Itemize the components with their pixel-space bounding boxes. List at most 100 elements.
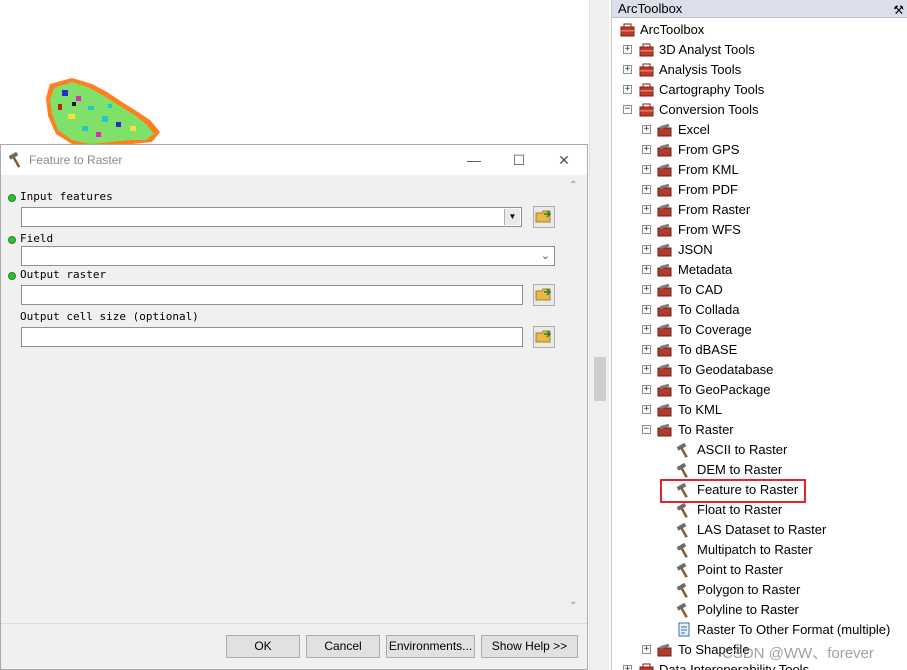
dialog-body: Input features ▼ Field ⌄ Output raster O… (1, 176, 587, 626)
expand-icon[interactable]: + (642, 645, 651, 654)
expand-icon[interactable]: + (642, 305, 651, 314)
toolset-item[interactable]: + To dBASE (612, 340, 907, 360)
tree-item-label: To CAD (678, 282, 723, 297)
expand-icon[interactable]: + (642, 205, 651, 214)
toolset-item[interactable]: + To Geodatabase (612, 360, 907, 380)
toolset-item[interactable]: + To Coverage (612, 320, 907, 340)
tool-item[interactable]: Raster To Other Format (multiple) (612, 620, 907, 640)
expand-icon[interactable]: + (623, 85, 632, 94)
field-dropdown[interactable]: ⌄ (21, 246, 555, 266)
tree-item-label: To Geodatabase (678, 362, 774, 377)
dialog-scrollbar[interactable]: ⌃ ⌄ (567, 176, 584, 622)
toolset-item[interactable]: + To CAD (612, 280, 907, 300)
pin-icon[interactable]: ⚒ (893, 1, 904, 19)
expand-icon[interactable]: + (642, 265, 651, 274)
toolset-item[interactable]: + From PDF (612, 180, 907, 200)
toolbox-icon (639, 43, 654, 57)
toolbox-item[interactable]: +3D Analyst Tools (612, 40, 907, 60)
selection-highlight-box (660, 479, 806, 503)
tool-item[interactable]: Point to Raster (612, 560, 907, 580)
tree-root-arctoolbox[interactable]: ArcToolbox (612, 20, 907, 40)
tree-item-label: Conversion Tools (659, 102, 759, 117)
close-button[interactable]: ✕ (553, 149, 575, 171)
browse-cellsize-button[interactable] (533, 326, 555, 348)
input-features-combobox[interactable]: ▼ (21, 207, 522, 227)
expand-icon[interactable]: + (642, 365, 651, 374)
tree-item-label: To KML (678, 402, 723, 417)
toolset-item[interactable]: + Metadata (612, 260, 907, 280)
tree-item-label: LAS Dataset to Raster (697, 522, 827, 537)
tree-item-label: Point to Raster (697, 562, 783, 577)
chevron-down-icon[interactable]: ⌄ (541, 249, 550, 262)
scroll-down-icon[interactable]: ⌄ (569, 596, 577, 607)
expand-icon[interactable]: + (623, 665, 632, 670)
tree-item-label: To dBASE (678, 342, 738, 357)
collapse-icon[interactable]: − (642, 425, 651, 434)
toolset-item[interactable]: − To Raster (612, 420, 907, 440)
toolset-item[interactable]: + To KML (612, 400, 907, 420)
expand-icon[interactable]: + (642, 185, 651, 194)
tree-item-label: Float to Raster (697, 502, 783, 517)
dropdown-arrow-icon[interactable]: ▼ (504, 209, 520, 225)
environments-button[interactable]: Environments... (386, 635, 475, 658)
tool-item[interactable]: LAS Dataset to Raster (612, 520, 907, 540)
expand-icon[interactable]: + (642, 385, 651, 394)
tool-item[interactable]: Float to Raster (612, 500, 907, 520)
tool-item[interactable]: ASCII to Raster (612, 440, 907, 460)
browse-input-button[interactable] (533, 206, 555, 228)
toolbox-item[interactable]: − Conversion Tools (612, 100, 907, 120)
toolset-item[interactable]: + To Collada (612, 300, 907, 320)
tree-item-label: From KML (678, 162, 739, 177)
tree-item-label: Analysis Tools (659, 62, 742, 77)
expand-icon[interactable]: + (642, 125, 651, 134)
output-raster-input[interactable] (21, 285, 523, 305)
browse-output-button[interactable] (533, 284, 555, 306)
collapse-icon[interactable]: − (623, 105, 632, 114)
expand-icon[interactable]: + (642, 285, 651, 294)
dialog-titlebar[interactable]: Feature to Raster — ☐ ✕ (1, 145, 587, 175)
tree-item-label: To Coverage (678, 322, 752, 337)
minimize-button[interactable]: — (463, 149, 485, 171)
feature-to-raster-dialog: Feature to Raster — ☐ ✕ Input features ▼… (0, 144, 588, 670)
output-raster-label: Output raster (20, 268, 107, 281)
toolbox-icon (639, 63, 654, 77)
map-vertical-scrollbar[interactable] (589, 0, 609, 670)
scroll-up-icon[interactable]: ⌃ (569, 180, 577, 191)
toolbox-item[interactable]: + Analysis Tools (612, 60, 907, 80)
cancel-button[interactable]: Cancel (306, 635, 380, 658)
script-tool-icon (678, 622, 690, 637)
expand-icon[interactable]: + (642, 225, 651, 234)
toolset-item[interactable]: + From WFS (612, 220, 907, 240)
ok-button[interactable]: OK (226, 635, 300, 658)
toolset-item[interactable]: + From GPS (612, 140, 907, 160)
maximize-button[interactable]: ☐ (508, 149, 530, 171)
toolset-item[interactable]: + JSON (612, 240, 907, 260)
expand-icon[interactable]: + (642, 245, 651, 254)
expand-icon[interactable]: + (623, 65, 632, 74)
output-cell-size-input[interactable] (21, 327, 523, 347)
toolset-item[interactable]: + From KML (612, 160, 907, 180)
expand-icon[interactable]: + (642, 345, 651, 354)
expand-icon[interactable]: + (623, 45, 632, 54)
toolbox-item[interactable]: + Cartography Tools (612, 80, 907, 100)
tool-item[interactable]: DEM to Raster (612, 460, 907, 480)
tool-item[interactable]: Multipatch to Raster (612, 540, 907, 560)
toolset-icon (657, 163, 672, 177)
expand-icon[interactable]: + (642, 325, 651, 334)
toolset-item[interactable]: + To GeoPackage (612, 380, 907, 400)
tool-item[interactable]: Polyline to Raster (612, 600, 907, 620)
tool-item[interactable]: Polygon to Raster (612, 580, 907, 600)
hammer-icon (676, 563, 688, 578)
toolbox-icon (639, 663, 654, 670)
toolset-item[interactable]: + Excel (612, 120, 907, 140)
tree-item-label: Polygon to Raster (697, 582, 801, 597)
toolset-item[interactable]: + From Raster (612, 200, 907, 220)
expand-icon[interactable]: + (642, 405, 651, 414)
toolset-icon (657, 383, 672, 397)
open-folder-icon (535, 330, 552, 343)
expand-icon[interactable]: + (642, 145, 651, 154)
scrollbar-thumb[interactable] (594, 357, 606, 401)
toolset-icon (657, 323, 672, 337)
show-help-button[interactable]: Show Help >> (481, 635, 578, 658)
expand-icon[interactable]: + (642, 165, 651, 174)
